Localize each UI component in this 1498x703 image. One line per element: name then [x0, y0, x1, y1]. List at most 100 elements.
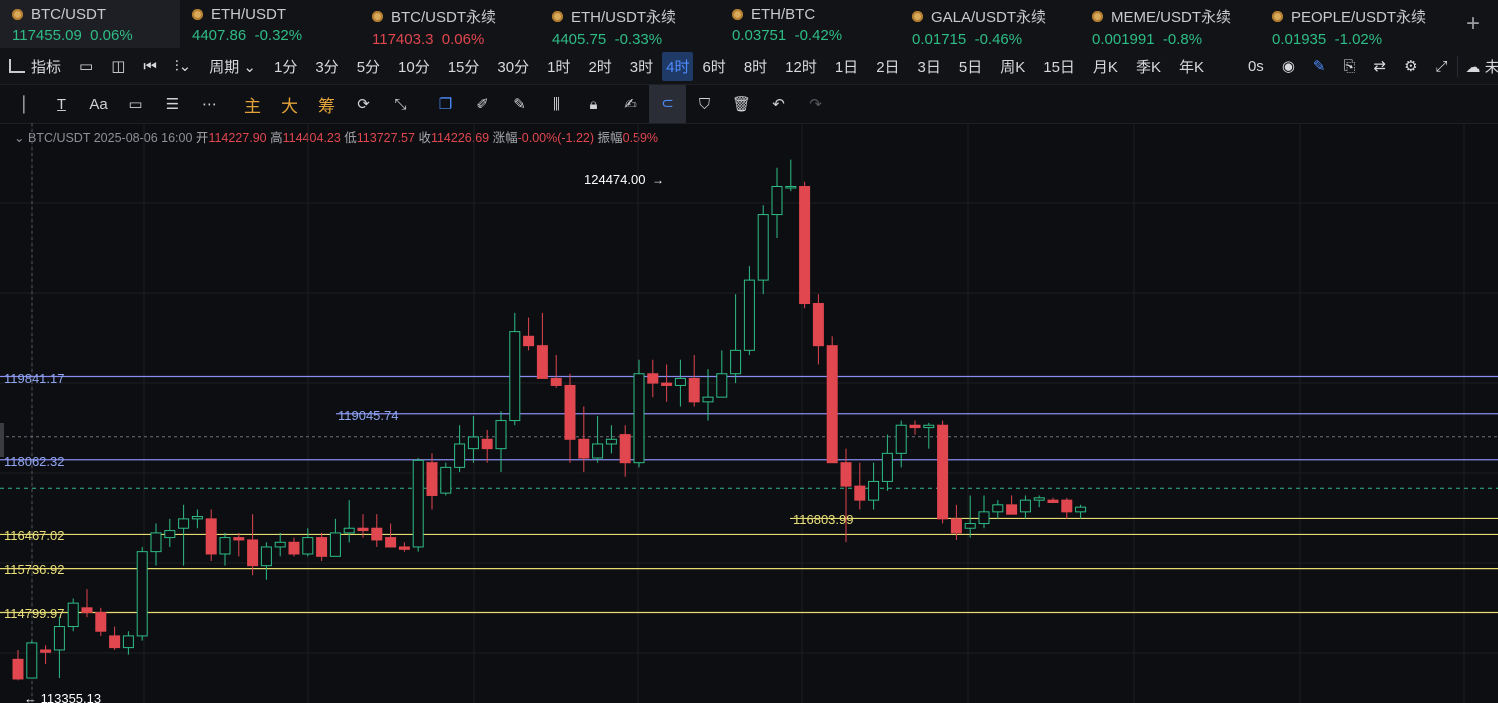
brush-icon[interactable]: ✐ — [464, 95, 501, 113]
candle-body-64 — [895, 424, 907, 454]
interval-6[interactable]: 1时 — [538, 56, 579, 77]
symbol-tab[interactable]: ETH/USDT 4407.86 -0.32% — [180, 0, 360, 48]
candle-body-33 — [467, 436, 479, 450]
symbol-tab[interactable]: ETH/USDT永续 4405.75 -0.33% — [540, 0, 720, 48]
symbol-tab[interactable]: MEME/USDT永续 0.001991 -0.8% — [1080, 0, 1260, 48]
settings-icon[interactable]: ⚙ — [1395, 57, 1426, 75]
more-icon[interactable]: ⋯ — [191, 95, 228, 113]
interval-10[interactable]: 6时 — [693, 56, 734, 77]
candle-body-60 — [840, 462, 852, 487]
interval-15[interactable]: 3日 — [909, 56, 950, 77]
big-order-button[interactable]: 大 — [271, 92, 308, 117]
indicator-button[interactable]: 指标 — [0, 56, 70, 77]
symbol-tabs: BTC/USDT 117455.09 0.06% ETH/USDT 4407.86… — [0, 0, 1498, 49]
rewind-icon[interactable]: ⏮ — [134, 58, 166, 75]
candle-body-75 — [1047, 499, 1059, 503]
interval-2[interactable]: 5分 — [348, 56, 389, 77]
magnet-icon[interactable]: ⊂ — [649, 85, 686, 123]
candle-body-62 — [868, 480, 880, 501]
candle-body-31 — [440, 466, 452, 494]
candle-body-16 — [233, 537, 245, 541]
trash-icon[interactable]: 🗑︎ — [723, 95, 760, 113]
candle-body-74 — [1033, 497, 1045, 501]
interval-19[interactable]: 月K — [1084, 56, 1127, 77]
interval-7[interactable]: 2时 — [579, 56, 620, 77]
interval-3[interactable]: 10分 — [389, 56, 439, 77]
candle-body-53 — [743, 279, 755, 351]
interval-20[interactable]: 季K — [1127, 56, 1170, 77]
interval-5[interactable]: 30分 — [488, 56, 538, 77]
fullscreen-icon[interactable]: ⤢ — [1427, 58, 1457, 75]
candle-body-13 — [191, 516, 203, 520]
copy-icon[interactable]: ❐ — [427, 95, 464, 113]
candle-body-56 — [785, 185, 797, 189]
interval-11[interactable]: 8时 — [735, 56, 776, 77]
symbol-tab[interactable]: ETH/BTC 0.03751 -0.42% — [720, 0, 900, 48]
coin-icon — [1272, 11, 1283, 22]
interval-17[interactable]: 周K — [991, 56, 1034, 77]
vertical-line-icon[interactable]: │ — [6, 96, 43, 113]
candle-body-2 — [40, 649, 52, 653]
candle-body-51 — [716, 373, 728, 398]
compare-icon[interactable]: ⇄ — [1365, 57, 1396, 75]
pen-icon[interactable]: ✎ — [1304, 57, 1335, 75]
measure-icon[interactable]: ⤡ — [382, 96, 419, 113]
high-marker: 124474.00 — [584, 172, 645, 187]
interval-9[interactable]: 4时 — [662, 51, 694, 81]
add-tab-icon[interactable]: + — [1466, 10, 1480, 38]
candle-body-39 — [550, 377, 562, 386]
candle-type-icon[interactable]: ⫶⌄ — [166, 57, 200, 75]
candle-body-73 — [1019, 499, 1031, 513]
filter-icon[interactable]: ⛉ — [686, 96, 723, 113]
interval-4[interactable]: 15分 — [439, 56, 489, 77]
candle-body-22 — [316, 537, 328, 557]
candle-body-0 — [12, 658, 24, 680]
symbol-tab[interactable]: PEOPLE/USDT永续 0.01935 -1.02% — [1260, 0, 1440, 48]
hline-label-3: 116467.02 — [4, 528, 65, 543]
candle-body-20 — [288, 541, 300, 555]
candle-body-36 — [509, 331, 521, 422]
symbol-tab[interactable]: BTC/USDT 117455.09 0.06% — [0, 0, 180, 48]
interval-12[interactable]: 12时 — [776, 56, 826, 77]
interval-13[interactable]: 1日 — [826, 56, 867, 77]
layout-icon[interactable]: ▭ — [70, 57, 102, 75]
lines-icon[interactable]: ☰ — [154, 95, 191, 113]
drawing-toolbar: │ T̲ Aa ▭ ☰ ⋯ 主 大 筹 ⟳ ⤡ ❐ ✐ ✎ ⫼ 🔒︎ ✍ ⊂ ⛉… — [0, 85, 1498, 124]
interval-18[interactable]: 15日 — [1034, 56, 1084, 77]
undo-icon[interactable]: ↶ — [760, 95, 797, 113]
edit-icon[interactable]: ✍ — [612, 95, 649, 113]
split-icon[interactable]: ◫ — [102, 57, 134, 75]
text-tool-icon[interactable]: T̲ — [43, 96, 80, 113]
chip-button[interactable]: 筹 — [308, 92, 345, 117]
candle-body-30 — [426, 462, 438, 496]
interval-0[interactable]: 1分 — [265, 56, 306, 77]
symbol-tab[interactable]: BTC/USDT永续 117403.3 0.06% — [360, 0, 540, 48]
coin-icon — [372, 11, 383, 22]
candle-body-34 — [481, 438, 493, 450]
export-icon[interactable]: ⎘ — [1334, 58, 1364, 75]
highlighter-icon[interactable]: ✎ — [501, 95, 538, 113]
interval-14[interactable]: 2日 — [867, 56, 908, 77]
camera-icon[interactable]: ◉ — [1273, 57, 1304, 75]
main-indicator-button[interactable]: 主 — [234, 92, 271, 117]
candle-body-67 — [937, 424, 949, 520]
interval-16[interactable]: 5日 — [950, 56, 991, 77]
period-dropdown[interactable]: 周期 ⌄ — [200, 56, 265, 77]
interval-8[interactable]: 3时 — [621, 56, 662, 77]
price-chart[interactable]: 119841.17 119045.74 118062.32 116467.02 1157… — [0, 123, 1498, 703]
refresh-tool-icon[interactable]: ⟳ — [345, 95, 382, 113]
candle-body-14 — [205, 518, 217, 555]
countdown: 0s — [1247, 57, 1264, 75]
candles-icon[interactable]: ⫼ — [538, 96, 575, 113]
lock-icon[interactable]: 🔒︎ — [575, 96, 612, 113]
high-arrow: → — [652, 173, 664, 187]
redo-icon[interactable]: ↷ — [797, 95, 834, 113]
coin-icon — [912, 11, 923, 22]
cloud-save[interactable]: ☁ 未命名 — [1456, 55, 1498, 77]
ruler-icon[interactable]: ▭ — [117, 95, 154, 113]
symbol-tab[interactable]: GALA/USDT永续 0.01715 -0.46% — [900, 0, 1080, 48]
interval-21[interactable]: 年K — [1170, 56, 1213, 77]
font-icon[interactable]: Aa — [80, 96, 117, 113]
interval-1[interactable]: 3分 — [306, 56, 347, 77]
hline-label-1: 119045.74 — [338, 408, 399, 423]
